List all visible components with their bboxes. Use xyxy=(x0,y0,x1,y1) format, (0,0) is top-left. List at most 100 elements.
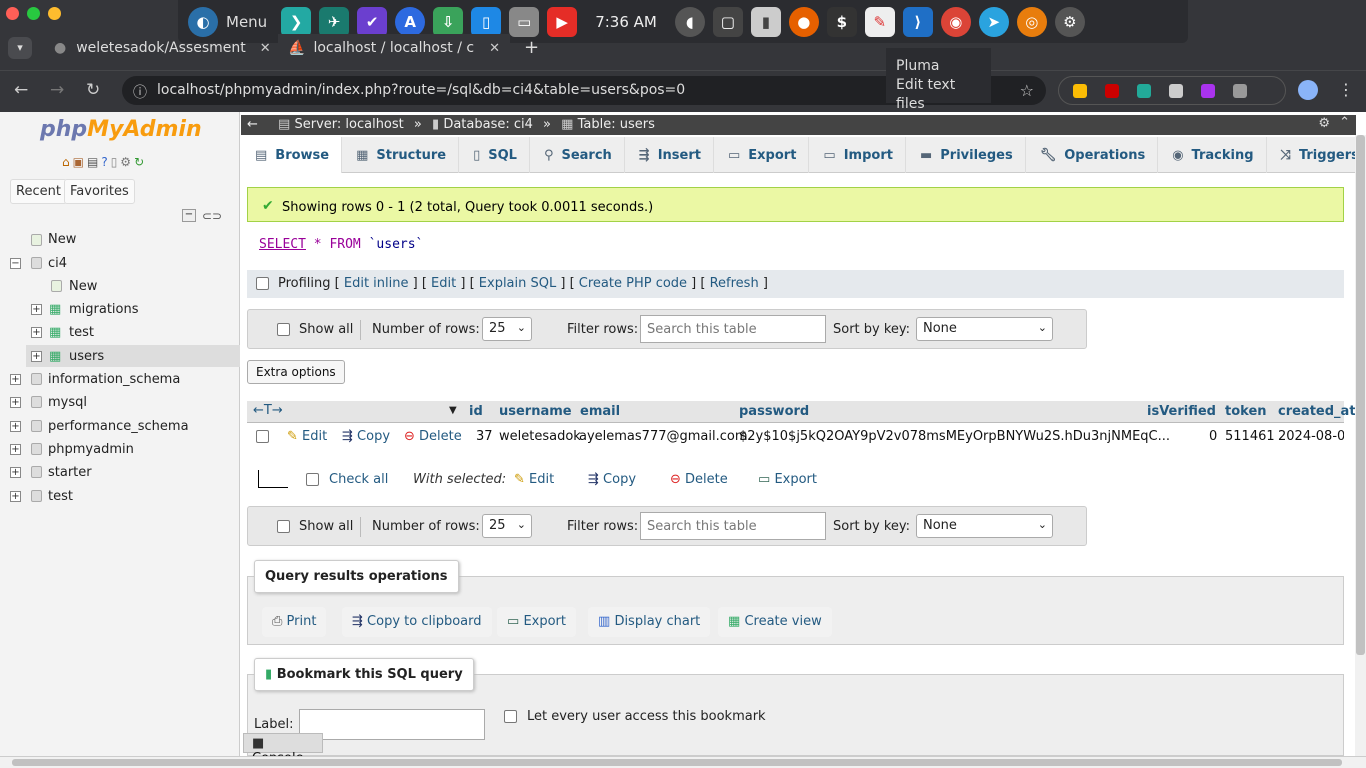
scroll-thumb[interactable] xyxy=(12,759,1342,766)
row-edit-button[interactable]: ✎ Edit xyxy=(287,429,327,444)
breadcrumb-database[interactable]: Database: ci4 xyxy=(443,117,533,132)
copy-to-clipboard-button[interactable]: ⇶ Copy to clipboard xyxy=(342,607,492,637)
expand-icon[interactable]: + xyxy=(10,421,21,432)
tab-triggers[interactable]: ⤨ Triggers xyxy=(1267,137,1366,173)
collapse-all-icon[interactable]: − xyxy=(182,209,196,222)
pluma-icon[interactable]: ✎ xyxy=(864,6,895,37)
edit-query-link[interactable]: Edit xyxy=(431,276,456,291)
maximize-icon[interactable]: ⌃ xyxy=(1339,115,1350,130)
column-options-dropdown[interactable]: ▼ xyxy=(449,405,457,416)
row-delete-button[interactable]: ⊖ Delete xyxy=(404,429,462,444)
expand-icon[interactable]: + xyxy=(10,491,21,502)
column-header-created-at[interactable]: created_at xyxy=(1278,404,1356,419)
bulk-edit-button[interactable]: ✎ Edit xyxy=(514,472,554,487)
print-button[interactable]: ⎙ Print xyxy=(262,607,327,637)
close-icon[interactable]: ✕ xyxy=(489,41,500,56)
profile-avatar[interactable] xyxy=(1298,80,1318,100)
youtube-icon[interactable]: ▶ xyxy=(547,6,578,37)
export-button[interactable]: ▭ Export xyxy=(497,607,576,637)
minimize-window-button[interactable] xyxy=(48,7,61,20)
tab-export[interactable]: ▭ Export xyxy=(714,137,810,173)
display-chart-button[interactable]: ▥ Display chart xyxy=(588,607,711,637)
kebab-menu-icon[interactable]: ⋮ xyxy=(1338,80,1354,99)
collapse-icon[interactable]: − xyxy=(10,258,21,269)
cell-isverified[interactable]: 0 xyxy=(1209,429,1217,444)
phpmyadmin-logo[interactable]: phpMyAdmin xyxy=(40,117,202,142)
check-all-checkbox[interactable] xyxy=(306,473,319,486)
show-all-checkbox[interactable] xyxy=(277,520,290,533)
expand-icon[interactable]: + xyxy=(31,327,42,338)
cell-password[interactable]: $2y$10$j5kQ2OAY9pV2v078msMEyOrpBNYWu2S.h… xyxy=(739,429,1170,444)
row-select-checkbox[interactable] xyxy=(256,430,269,443)
vscode-icon[interactable]: ⟩ xyxy=(902,6,933,37)
expand-icon[interactable]: + xyxy=(31,351,42,362)
ublock-icon[interactable] xyxy=(1105,83,1119,98)
favorites-button[interactable]: Favorites xyxy=(64,179,135,204)
tab-insert[interactable]: ⇶ Insert xyxy=(625,137,714,173)
column-resize-icon[interactable]: ←T→ xyxy=(253,403,283,418)
cell-username[interactable]: weletesadok xyxy=(499,429,581,444)
filter-rows-input[interactable]: Search this table xyxy=(640,512,826,540)
every-user-checkbox[interactable] xyxy=(504,710,517,723)
tab-browse[interactable]: ▤ Browse xyxy=(241,137,343,173)
settings-gear-icon[interactable]: ⚙ xyxy=(120,155,131,169)
column-header-id[interactable]: id xyxy=(469,404,483,419)
rows-per-page-select[interactable]: 25 ⌄ xyxy=(482,317,532,341)
new-tab-button[interactable]: + xyxy=(524,37,539,58)
tab-search-icon[interactable]: ▾ xyxy=(8,37,32,59)
extra-options-button[interactable]: Extra options xyxy=(247,360,345,384)
sort-by-key-select[interactable]: None ⌄ xyxy=(916,514,1053,538)
cell-id[interactable]: 37 xyxy=(476,429,493,444)
close-icon[interactable]: ✕ xyxy=(260,41,271,56)
docs-icon[interactable]: ▯ xyxy=(111,155,118,169)
column-header-password[interactable]: password xyxy=(739,404,809,419)
refresh-link[interactable]: Refresh xyxy=(710,276,759,291)
chrome-icon[interactable]: ◉ xyxy=(940,6,971,37)
shield-icon[interactable] xyxy=(1137,83,1151,98)
breadcrumb-server[interactable]: Server: localhost xyxy=(294,117,403,132)
wave-extension-icon[interactable] xyxy=(1201,83,1215,98)
sort-by-key-select[interactable]: None ⌄ xyxy=(916,317,1053,341)
firefox-icon[interactable]: ● xyxy=(788,6,819,37)
expand-icon[interactable]: + xyxy=(10,467,21,478)
reload-nav-icon[interactable]: ↻ xyxy=(134,155,144,169)
notes-extension-icon[interactable] xyxy=(1169,83,1183,98)
tab-operations[interactable]: 🔧︎ Operations xyxy=(1026,137,1159,173)
column-header-username[interactable]: username xyxy=(499,404,572,419)
help-icon[interactable]: ? xyxy=(101,155,107,169)
back-icon[interactable]: ← xyxy=(14,80,28,100)
bulk-export-button[interactable]: ▭ Export xyxy=(758,472,817,487)
horizontal-scrollbar[interactable] xyxy=(0,756,1366,768)
close-window-button[interactable] xyxy=(6,7,19,20)
link-with-main-icon[interactable]: ⊂⊃ xyxy=(202,209,222,223)
tab-structure[interactable]: ▦ Structure xyxy=(342,137,460,173)
sql-query-icon[interactable]: ▤ xyxy=(87,155,98,169)
expand-icon[interactable]: + xyxy=(10,374,21,385)
screen-icon[interactable]: ▢ xyxy=(712,6,743,37)
expand-icon[interactable]: + xyxy=(10,444,21,455)
expand-icon[interactable]: + xyxy=(31,304,42,315)
tasks-icon[interactable]: ✔ xyxy=(357,6,388,37)
appstore-icon[interactable]: A xyxy=(395,6,426,37)
tab-privileges[interactable]: ▬ Privileges xyxy=(906,137,1026,173)
settings-gear-icon[interactable]: ⚙ xyxy=(1318,116,1330,131)
docs-icon[interactable]: ▯ xyxy=(471,6,502,37)
cursor-editor-icon[interactable]: ✈ xyxy=(319,6,350,37)
settings-icon[interactable]: ⚙ xyxy=(1054,6,1085,37)
volume-icon[interactable]: ◖ xyxy=(674,6,705,37)
profiling-checkbox[interactable] xyxy=(256,277,269,290)
collapse-nav-icon[interactable]: ← xyxy=(247,117,258,132)
create-php-link[interactable]: Create PHP code xyxy=(579,276,687,291)
bulk-delete-button[interactable]: ⊖ Delete xyxy=(670,472,728,487)
tab-tracking[interactable]: ◉ Tracking xyxy=(1158,137,1267,173)
column-header-email[interactable]: email xyxy=(580,404,620,419)
scroll-thumb[interactable] xyxy=(1356,135,1365,655)
create-view-button[interactable]: ▦ Create view xyxy=(718,607,832,637)
recent-button[interactable]: Recent xyxy=(10,179,67,204)
row-copy-button[interactable]: ⇶ Copy xyxy=(342,429,390,444)
explain-sql-link[interactable]: Explain SQL xyxy=(479,276,556,291)
column-header-isverified[interactable]: isVerified xyxy=(1147,404,1216,419)
bookmark-star-icon[interactable]: ☆ xyxy=(1020,81,1034,100)
terminal-icon[interactable]: $ xyxy=(826,6,857,37)
menu-label[interactable]: Menu xyxy=(226,13,267,31)
